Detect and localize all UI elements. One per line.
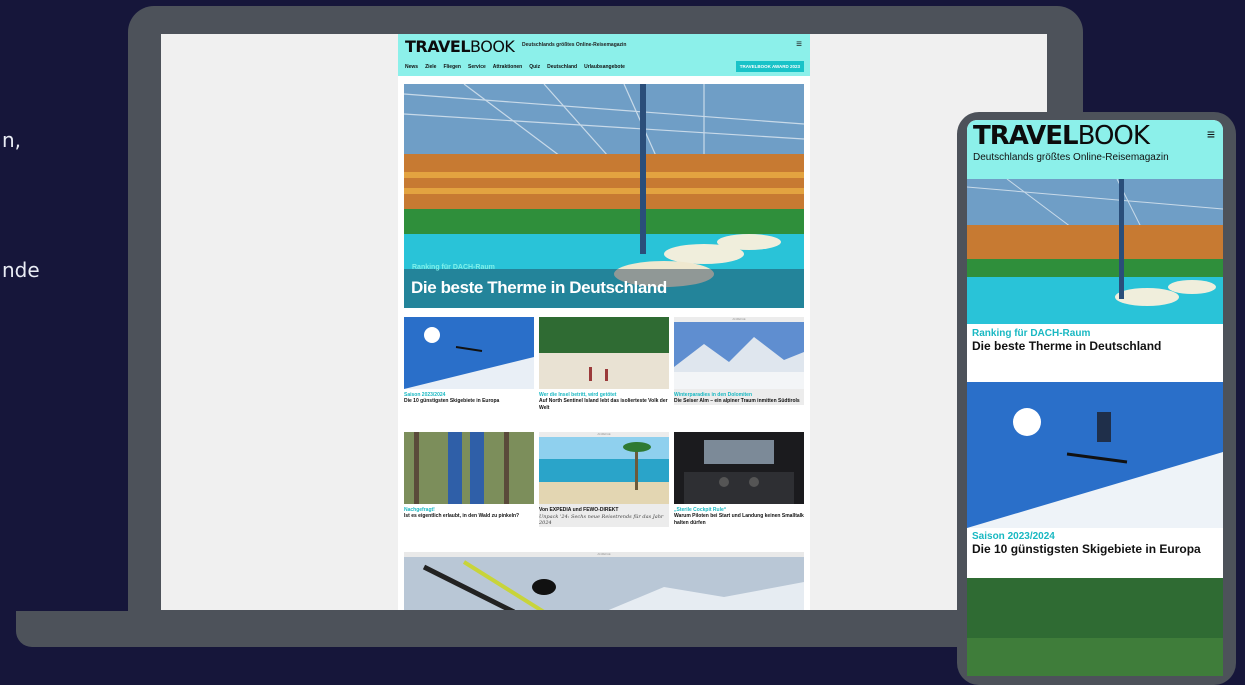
main-nav: News Ziele Fliegen Service Attraktionen …: [405, 64, 625, 70]
award-button[interactable]: TRAVELBOOK AWARD 2023: [735, 61, 804, 72]
teaser-image: [404, 317, 534, 389]
teaser-title: Auf North Sentinel Island lebt das isoli…: [539, 398, 668, 411]
teaser-title: Unpack '24: Sechs neue Reisetrends für d…: [539, 513, 664, 527]
hero-title: Die beste Therme in Deutschland: [411, 278, 667, 297]
travelbook-mobile-page: TRAVELBOOK Deutschlands größtes Online-R…: [967, 120, 1223, 676]
teaser-image: [674, 322, 804, 389]
hero-teaser[interactable]: Ranking für DACH-Raum Die beste Therme i…: [404, 84, 804, 308]
mobile-teaser-image[interactable]: [967, 382, 1223, 528]
teaser-title: Die Seiser Alm – ein alpiner Traum inmit…: [674, 398, 800, 404]
menu-icon[interactable]: ≡: [796, 39, 802, 50]
mobile-teaser-text[interactable]: Ranking für DACH-Raum Die beste Therme i…: [967, 324, 1223, 382]
ad-banner[interactable]: ANZEIGE: [404, 552, 804, 610]
slide-text-line: nde: [2, 258, 40, 282]
nav-item-fliegen[interactable]: Fliegen: [443, 64, 461, 70]
laptop-base: [16, 611, 1066, 647]
teaser-title: Die beste Therme in Deutschland: [972, 339, 1162, 353]
hero-kicker: Ranking für DACH-Raum: [412, 264, 495, 271]
teaser-title: Die 10 günstigsten Skigebiete in Europa: [404, 398, 500, 404]
teaser-card[interactable]: „Sterile Cockpit Rule“ Warum Piloten bei…: [674, 432, 804, 526]
teaser-image: [404, 432, 534, 504]
slide-text-line: n,: [2, 128, 22, 152]
teaser-image: [539, 317, 669, 389]
ad-teaser-card[interactable]: ANZEIGE Winterparadies in den Dolomiten …: [674, 317, 804, 405]
site-logo[interactable]: TRAVELBOOK: [405, 37, 515, 56]
mobile-tagline: Deutschlands größtes Online-Reisemagazin: [973, 152, 1169, 163]
teaser-card[interactable]: Nachgefragt! Ist es eigentlich erlaubt, …: [404, 432, 534, 520]
ad-banner-image: [404, 557, 804, 610]
travelbook-desktop-page: TRAVELBOOK Deutschlands größtes Online-R…: [398, 34, 810, 610]
ad-teaser-card[interactable]: ANZEIGE Von EXPEDIA und FEWO-DIREKT Unpa…: [539, 432, 669, 527]
nav-item-news[interactable]: News: [405, 64, 418, 70]
mobile-teaser-text[interactable]: Saison 2023/2024 Die 10 günstigsten Skig…: [967, 528, 1223, 578]
nav-item-service[interactable]: Service: [468, 64, 486, 70]
nav-item-ziele[interactable]: Ziele: [425, 64, 436, 70]
teaser-title: Ist es eigentlich erlaubt, in den Wald z…: [404, 513, 520, 519]
teaser-card[interactable]: Saison 2023/2024 Die 10 günstigsten Skig…: [404, 317, 534, 405]
teaser-image: [539, 437, 669, 504]
site-tagline: Deutschlands größtes Online-Reisemagazin: [522, 42, 627, 48]
teaser-card[interactable]: Wer die Insel betritt, wird getötet Auf …: [539, 317, 669, 411]
teaser-title: Die 10 günstigsten Skigebiete in Europa: [972, 542, 1201, 556]
mobile-header: TRAVELBOOK Deutschlands größtes Online-R…: [967, 120, 1223, 179]
mobile-teaser-image[interactable]: [967, 578, 1223, 676]
nav-item-urlaubsangebote[interactable]: Urlaubsangebote: [584, 64, 625, 70]
teaser-title: Warum Piloten bei Start und Landung kein…: [674, 513, 804, 526]
nav-item-attraktionen[interactable]: Attraktionen: [493, 64, 522, 70]
teaser-image: [674, 432, 804, 504]
hero-image: [404, 84, 804, 308]
laptop-screen: TRAVELBOOK Deutschlands größtes Online-R…: [161, 34, 1047, 610]
site-header: TRAVELBOOK Deutschlands größtes Online-R…: [398, 34, 810, 76]
mobile-logo[interactable]: TRAVELBOOK: [973, 121, 1150, 151]
teaser-kicker: Ranking für DACH-Raum: [972, 328, 1091, 339]
teaser-kicker: Saison 2023/2024: [972, 531, 1055, 542]
nav-item-deutschland[interactable]: Deutschland: [547, 64, 577, 70]
nav-item-quiz[interactable]: Quiz: [529, 64, 540, 70]
mobile-hero-image[interactable]: [967, 179, 1223, 324]
menu-icon[interactable]: ≡: [1207, 126, 1215, 142]
